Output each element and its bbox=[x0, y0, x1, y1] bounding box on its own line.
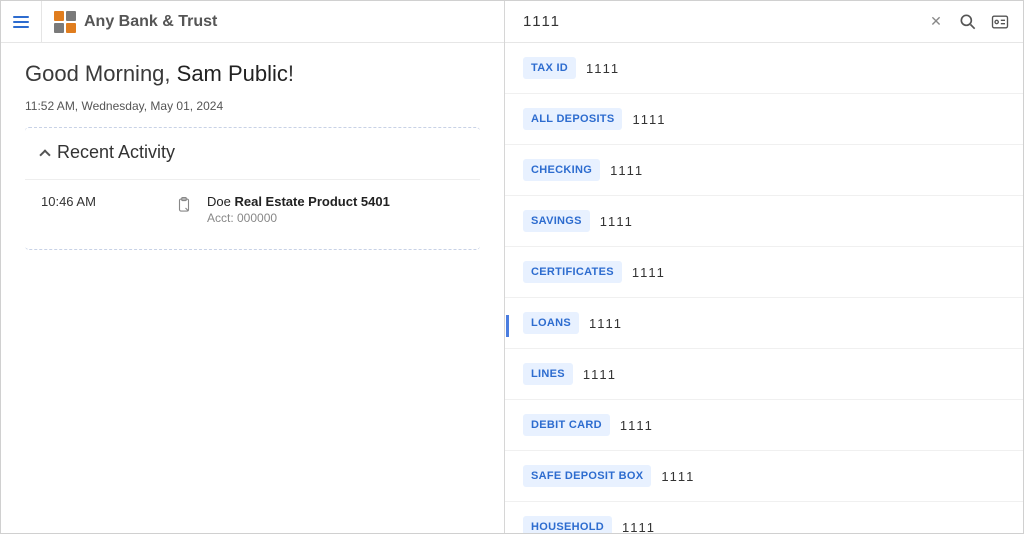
left-panel: Any Bank & Trust Good Morning, Sam Publi… bbox=[1, 1, 505, 533]
search-result-row[interactable]: TAX ID 1111 bbox=[505, 43, 1023, 93]
result-value: 1111 bbox=[632, 265, 666, 280]
settings-card-icon[interactable] bbox=[987, 9, 1013, 35]
brand-title: Any Bank & Trust bbox=[84, 13, 217, 31]
search-result-row[interactable]: LOANS 1111 bbox=[505, 297, 1023, 348]
result-value: 1111 bbox=[632, 112, 666, 127]
greeting: Good Morning, Sam Public! bbox=[1, 43, 504, 93]
result-chip: DEBIT CARD bbox=[523, 414, 610, 436]
search-result-row[interactable]: CERTIFICATES 1111 bbox=[505, 246, 1023, 297]
menu-button[interactable] bbox=[11, 12, 31, 32]
search-result-row[interactable]: HOUSEHOLD 1111 bbox=[505, 501, 1023, 533]
search-result-row[interactable]: LINES 1111 bbox=[505, 348, 1023, 399]
result-value: 1111 bbox=[589, 316, 623, 331]
greeting-name: Sam Public bbox=[177, 61, 288, 86]
result-value: 1111 bbox=[620, 418, 654, 433]
results-scroll-indicator bbox=[506, 315, 509, 337]
chevron-up-icon bbox=[39, 149, 50, 160]
result-chip: ALL DEPOSITS bbox=[523, 108, 622, 130]
search-results: TAX ID1111ALL DEPOSITS1111CHECKING1111SA… bbox=[505, 43, 1023, 533]
result-value: 1111 bbox=[661, 469, 695, 484]
search-result-row[interactable]: CHECKING 1111 bbox=[505, 144, 1023, 195]
greeting-prefix: Good Morning, bbox=[25, 61, 177, 86]
result-value: 1111 bbox=[586, 61, 620, 76]
brand: Any Bank & Trust bbox=[41, 1, 217, 42]
search-result-row[interactable]: SAVINGS 1111 bbox=[505, 195, 1023, 246]
clipboard-icon bbox=[175, 196, 193, 214]
result-chip: CHECKING bbox=[523, 159, 600, 181]
clear-button[interactable]: ✕ bbox=[923, 9, 949, 35]
activity-sub: Acct: 000000 bbox=[207, 211, 464, 225]
search-result-row[interactable]: SAFE DEPOSIT BOX 1111 bbox=[505, 450, 1023, 501]
search-icon[interactable] bbox=[955, 9, 981, 35]
greeting-timestamp: 11:52 AM, Wednesday, May 01, 2024 bbox=[1, 93, 504, 127]
result-chip: LINES bbox=[523, 363, 573, 385]
activity-row[interactable]: 10:46 AM Doe Real Estate Product 5401 Ac… bbox=[25, 180, 480, 249]
right-panel: ✕ TAX ID 1111 ALL DEPOSITS 1111 CHECKING 1111… bbox=[505, 1, 1023, 533]
search-input[interactable] bbox=[521, 12, 917, 31]
search-result-row[interactable]: DEBIT CARD 1111 bbox=[505, 399, 1023, 450]
result-chip: SAVINGS bbox=[523, 210, 590, 232]
result-chip: HOUSEHOLD bbox=[523, 516, 612, 533]
result-chip: CERTIFICATES bbox=[523, 261, 622, 283]
result-value: 1111 bbox=[600, 214, 634, 229]
result-value: 1111 bbox=[610, 163, 644, 178]
result-chip: LOANS bbox=[523, 312, 579, 334]
greeting-suffix: ! bbox=[288, 61, 294, 86]
activity-who: Doe bbox=[207, 194, 231, 209]
result-value: 1111 bbox=[622, 520, 656, 534]
app-header: Any Bank & Trust bbox=[1, 1, 504, 43]
brand-logo-icon bbox=[54, 11, 76, 33]
search-result-row[interactable]: ALL DEPOSITS 1111 bbox=[505, 93, 1023, 144]
activity-what: Real Estate Product 5401 bbox=[234, 194, 389, 209]
search-bar: ✕ bbox=[505, 1, 1023, 43]
recent-activity-card: Recent Activity 10:46 AM Doe Real Estate… bbox=[25, 127, 480, 250]
result-value: 1111 bbox=[583, 367, 617, 382]
recent-activity-toggle[interactable]: Recent Activity bbox=[25, 128, 480, 180]
result-chip: SAFE DEPOSIT BOX bbox=[523, 465, 651, 487]
recent-activity-title: Recent Activity bbox=[57, 142, 175, 163]
activity-time: 10:46 AM bbox=[41, 194, 161, 209]
result-chip: TAX ID bbox=[523, 57, 576, 79]
